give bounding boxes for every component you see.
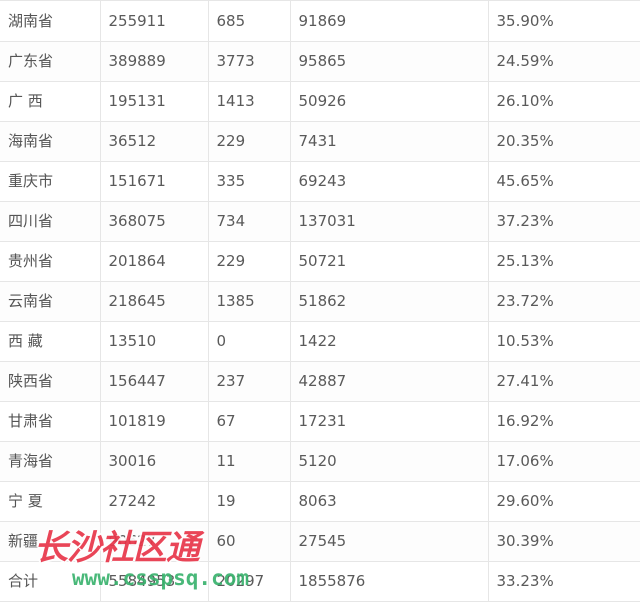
table-row: 海南省 36512 229 7431 20.35%	[0, 121, 640, 162]
cell-value: 237	[208, 361, 291, 402]
cell-percent: 25.13%	[488, 241, 640, 282]
cell-percent: 30.39%	[488, 521, 640, 562]
cell-percent: 17.06%	[488, 441, 640, 482]
region-name: 合计	[0, 561, 101, 602]
cell-percent: 24.59%	[488, 41, 640, 82]
table-row: 重庆市 151671 335 69243 45.65%	[0, 161, 640, 202]
table-row: 四川省 368075 734 137031 37.23%	[0, 201, 640, 242]
table-row: 西 藏 13510 0 1422 10.53%	[0, 321, 640, 362]
data-table: 湖南省 255911 685 91869 35.90% 广东省 389889 3…	[0, 0, 640, 602]
cell-percent: 10.53%	[488, 321, 640, 362]
table-row: 陕西省 156447 237 42887 27.41%	[0, 361, 640, 402]
cell-percent: 27.41%	[488, 361, 640, 402]
cell-value: 7431	[290, 121, 489, 162]
cell-percent: 35.90%	[488, 0, 640, 42]
cell-value: 0	[208, 321, 291, 362]
region-name: 重庆市	[0, 161, 101, 202]
cell-value: 1385	[208, 281, 291, 322]
table-row: 云南省 218645 1385 51862 23.72%	[0, 281, 640, 322]
cell-value: 156447	[100, 361, 209, 402]
cell-percent: 16.92%	[488, 401, 640, 442]
table-row: 甘肃省 101819 67 17231 16.92%	[0, 401, 640, 442]
cell-percent: 26.10%	[488, 81, 640, 122]
cell-value: 95865	[290, 41, 489, 82]
table-row: 湖南省 255911 685 91869 35.90%	[0, 0, 640, 42]
cell-percent: 33.23%	[488, 561, 640, 602]
cell-value: 50721	[290, 241, 489, 282]
region-name: 广 西	[0, 81, 101, 122]
region-name: 贵州省	[0, 241, 101, 282]
region-name: 广东省	[0, 41, 101, 82]
cell-value: 19	[208, 481, 291, 522]
cell-value: 195131	[100, 81, 209, 122]
cell-value: 137031	[290, 201, 489, 242]
cell-value: 60	[208, 521, 291, 562]
region-name: 新疆	[0, 521, 101, 562]
region-name: 湖南省	[0, 0, 101, 42]
cell-value: 151671	[100, 161, 209, 202]
cell-value: 734	[208, 201, 291, 242]
cell-value: 17231	[290, 401, 489, 442]
cell-percent: 45.65%	[488, 161, 640, 202]
cell-value: 229	[208, 121, 291, 162]
cell-value: 5584953	[100, 561, 209, 602]
table-row: 广 西 195131 1413 50926 26.10%	[0, 81, 640, 122]
cell-percent: 23.72%	[488, 281, 640, 322]
cell-value: 1855876	[290, 561, 489, 602]
table-row: 合计 5584953 20297 1855876 33.23%	[0, 561, 640, 602]
cell-value: 255911	[100, 0, 209, 42]
region-name: 云南省	[0, 281, 101, 322]
cell-value: 101819	[100, 401, 209, 442]
cell-value: 368075	[100, 201, 209, 242]
cell-value: 5120	[290, 441, 489, 482]
cell-value: 50926	[290, 81, 489, 122]
cell-value: 389889	[100, 41, 209, 82]
cell-percent: 29.60%	[488, 481, 640, 522]
region-name: 甘肃省	[0, 401, 101, 442]
table-body: 湖南省 255911 685 91869 35.90% 广东省 389889 3…	[0, 0, 640, 602]
cell-value: 201864	[100, 241, 209, 282]
cell-percent: 20.35%	[488, 121, 640, 162]
cell-value: 685	[208, 0, 291, 42]
cell-value: 69243	[290, 161, 489, 202]
cell-value: 30016	[100, 441, 209, 482]
region-name: 宁 夏	[0, 481, 101, 522]
table-row: 广东省 389889 3773 95865 24.59%	[0, 41, 640, 82]
cell-value: 90627	[100, 521, 209, 562]
cell-percent: 37.23%	[488, 201, 640, 242]
cell-value: 11	[208, 441, 291, 482]
table-row: 宁 夏 27242 19 8063 29.60%	[0, 481, 640, 522]
table-row: 新疆 90627 60 27545 30.39%	[0, 521, 640, 562]
cell-value: 27242	[100, 481, 209, 522]
region-name: 青海省	[0, 441, 101, 482]
cell-value: 335	[208, 161, 291, 202]
cell-value: 91869	[290, 0, 489, 42]
cell-value: 42887	[290, 361, 489, 402]
cell-value: 1422	[290, 321, 489, 362]
cell-value: 27545	[290, 521, 489, 562]
region-name: 陕西省	[0, 361, 101, 402]
cell-value: 229	[208, 241, 291, 282]
cell-value: 51862	[290, 281, 489, 322]
cell-value: 13510	[100, 321, 209, 362]
cell-value: 20297	[208, 561, 291, 602]
cell-value: 3773	[208, 41, 291, 82]
cell-value: 218645	[100, 281, 209, 322]
cell-value: 67	[208, 401, 291, 442]
table-row: 贵州省 201864 229 50721 25.13%	[0, 241, 640, 282]
table-row: 青海省 30016 11 5120 17.06%	[0, 441, 640, 482]
cell-value: 1413	[208, 81, 291, 122]
cell-value: 8063	[290, 481, 489, 522]
region-name: 海南省	[0, 121, 101, 162]
region-name: 四川省	[0, 201, 101, 242]
cell-value: 36512	[100, 121, 209, 162]
region-name: 西 藏	[0, 321, 101, 362]
